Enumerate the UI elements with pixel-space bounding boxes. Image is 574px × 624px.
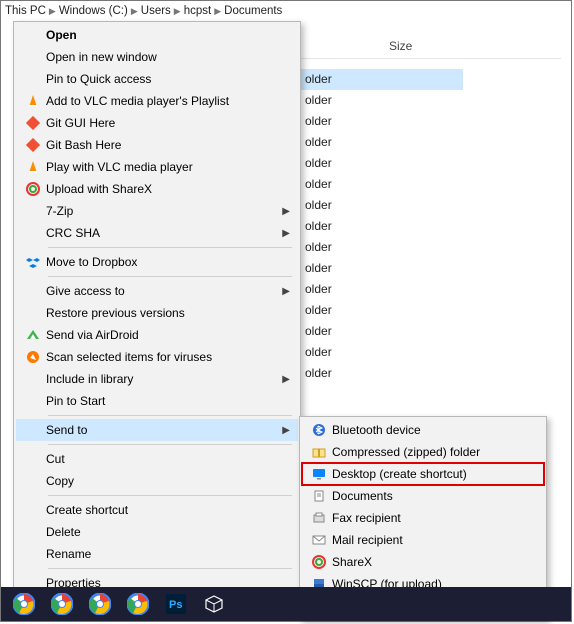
- documents-icon: [306, 487, 332, 505]
- taskbar-photoshop-icon[interactable]: Ps: [157, 589, 195, 619]
- chevron-right-icon: ▶: [282, 228, 290, 239]
- chevron-right-icon: ▶: [282, 206, 290, 217]
- list-item[interactable]: older: [301, 300, 463, 321]
- menu-rename[interactable]: Rename: [16, 543, 298, 565]
- list-item[interactable]: older: [301, 111, 463, 132]
- taskbar-chrome-icon[interactable]: [119, 589, 157, 619]
- menu-separator: [48, 276, 292, 277]
- menu-airdroid[interactable]: Send via AirDroid: [16, 324, 298, 346]
- taskbar-cube-icon[interactable]: [195, 589, 233, 619]
- list-item[interactable]: older: [301, 195, 463, 216]
- folder-list: older older older older older older olde…: [301, 69, 463, 384]
- breadcrumb[interactable]: This PC ▶ Windows (C:) ▶ Users ▶ hcpst ▶…: [1, 1, 571, 21]
- chevron-right-icon: ▶: [214, 6, 221, 17]
- taskbar-chrome-icon[interactable]: [43, 589, 81, 619]
- crumb-user[interactable]: hcpst: [184, 5, 212, 17]
- list-item[interactable]: older: [301, 69, 463, 90]
- menu-delete[interactable]: Delete: [16, 521, 298, 543]
- chevron-right-icon: ▶: [174, 6, 181, 17]
- menu-send-to[interactable]: Send to ▶: [16, 419, 298, 441]
- taskbar: Ps: [1, 587, 571, 621]
- submenu-fax[interactable]: Fax recipient: [302, 507, 544, 529]
- vlc-icon: [20, 92, 46, 110]
- taskbar-chrome-icon[interactable]: [81, 589, 119, 619]
- menu-7-zip[interactable]: 7-Zip ▶: [16, 200, 298, 222]
- list-item[interactable]: older: [301, 216, 463, 237]
- zip-folder-icon: [306, 443, 332, 461]
- airdroid-icon: [20, 326, 46, 344]
- menu-dropbox[interactable]: Move to Dropbox: [16, 251, 298, 273]
- submenu-sharex[interactable]: ShareX: [302, 551, 544, 573]
- menu-avast-scan[interactable]: Scan selected items for viruses: [16, 346, 298, 368]
- git-icon: [20, 136, 46, 154]
- sharex-icon: [306, 553, 332, 571]
- menu-open-new-window[interactable]: Open in new window: [16, 46, 298, 68]
- menu-pin-quick-access[interactable]: Pin to Quick access: [16, 68, 298, 90]
- list-item[interactable]: older: [301, 321, 463, 342]
- submenu-compressed[interactable]: Compressed (zipped) folder: [302, 441, 544, 463]
- menu-separator: [48, 444, 292, 445]
- column-headers: Size: [301, 35, 561, 59]
- chevron-right-icon: ▶: [282, 374, 290, 385]
- menu-separator: [48, 247, 292, 248]
- menu-copy[interactable]: Copy: [16, 470, 298, 492]
- menu-separator: [48, 495, 292, 496]
- menu-separator: [48, 415, 292, 416]
- menu-include-library[interactable]: Include in library ▶: [16, 368, 298, 390]
- chevron-right-icon: ▶: [131, 6, 138, 17]
- menu-git-bash[interactable]: Git Bash Here: [16, 134, 298, 156]
- submenu-mail[interactable]: Mail recipient: [302, 529, 544, 551]
- menu-restore-previous[interactable]: Restore previous versions: [16, 302, 298, 324]
- dropbox-icon: [20, 253, 46, 271]
- chevron-right-icon: ▶: [282, 425, 290, 436]
- bluetooth-icon: [306, 421, 332, 439]
- crumb-this-pc[interactable]: This PC: [5, 5, 46, 17]
- menu-separator: [48, 568, 292, 569]
- crumb-users[interactable]: Users: [141, 5, 171, 17]
- menu-create-shortcut[interactable]: Create shortcut: [16, 499, 298, 521]
- menu-git-gui[interactable]: Git GUI Here: [16, 112, 298, 134]
- context-menu: Open Open in new window Pin to Quick acc…: [13, 21, 301, 597]
- avast-icon: [20, 348, 46, 366]
- list-item[interactable]: older: [301, 153, 463, 174]
- menu-vlc-play[interactable]: Play with VLC media player: [16, 156, 298, 178]
- list-item[interactable]: older: [301, 363, 463, 384]
- vlc-icon: [20, 158, 46, 176]
- fax-icon: [306, 509, 332, 527]
- submenu-desktop-shortcut[interactable]: Desktop (create shortcut): [302, 463, 544, 485]
- list-item[interactable]: older: [301, 174, 463, 195]
- submenu-bluetooth[interactable]: Bluetooth device: [302, 419, 544, 441]
- list-item[interactable]: older: [301, 279, 463, 300]
- submenu-documents[interactable]: Documents: [302, 485, 544, 507]
- svg-text:Ps: Ps: [169, 599, 182, 611]
- column-size[interactable]: Size: [381, 35, 511, 58]
- chevron-right-icon: ▶: [49, 6, 56, 17]
- list-item[interactable]: older: [301, 258, 463, 279]
- taskbar-chrome-icon[interactable]: [5, 589, 43, 619]
- mail-icon: [306, 531, 332, 549]
- menu-open[interactable]: Open: [16, 24, 298, 46]
- git-icon: [20, 114, 46, 132]
- list-item[interactable]: older: [301, 342, 463, 363]
- crumb-windows-c[interactable]: Windows (C:): [59, 5, 128, 17]
- menu-give-access[interactable]: Give access to ▶: [16, 280, 298, 302]
- chevron-right-icon: ▶: [282, 286, 290, 297]
- menu-crc-sha[interactable]: CRC SHA ▶: [16, 222, 298, 244]
- desktop-icon: [306, 465, 332, 483]
- menu-vlc-playlist[interactable]: Add to VLC media player's Playlist: [16, 90, 298, 112]
- crumb-documents[interactable]: Documents: [224, 5, 282, 17]
- menu-sharex-upload[interactable]: Upload with ShareX: [16, 178, 298, 200]
- list-item[interactable]: older: [301, 132, 463, 153]
- list-item[interactable]: older: [301, 237, 463, 258]
- menu-pin-start[interactable]: Pin to Start: [16, 390, 298, 412]
- list-item[interactable]: older: [301, 90, 463, 111]
- menu-cut[interactable]: Cut: [16, 448, 298, 470]
- sharex-icon: [20, 180, 46, 198]
